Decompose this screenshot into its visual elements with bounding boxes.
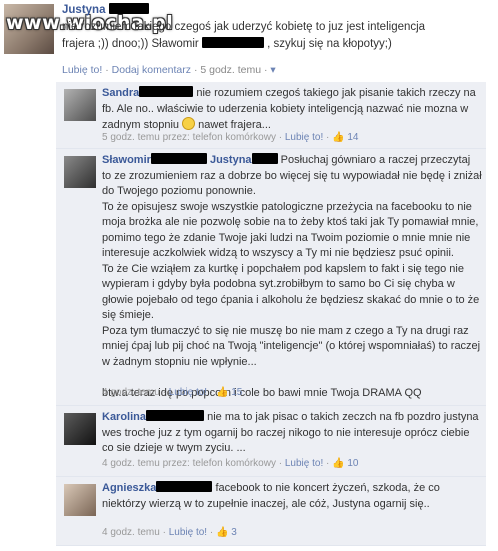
redacted-surname bbox=[146, 410, 205, 421]
commenter-name[interactable]: Sławomir bbox=[102, 154, 151, 166]
comment-text: Sławomir Justyna Posłuchaj gówniaro a ra… bbox=[102, 153, 482, 399]
post-like-link[interactable]: Lubię to! bbox=[62, 64, 102, 76]
add-comment-link[interactable]: Dodaj komentarz bbox=[112, 64, 191, 76]
post-time: 5 godz. temu bbox=[200, 64, 262, 76]
commenter-avatar[interactable] bbox=[64, 156, 96, 188]
redacted-surname bbox=[156, 481, 213, 492]
comment-item: Agnieszka facebook to nie koncert życzeń… bbox=[56, 477, 486, 546]
comment-meta: 4 godz. temu · Lubię to! · 👍 3 bbox=[102, 527, 237, 538]
post-text: Justyna nie rozumiem takiego czegoś jak … bbox=[62, 2, 492, 53]
commenter-name[interactable]: Agnieszka bbox=[102, 482, 156, 494]
comment-time: 4 godz. temu przez: telefon komórkowy bbox=[102, 458, 276, 469]
comment-like-link[interactable]: Lubię to! bbox=[169, 387, 207, 398]
comment-text: Agnieszka facebook to nie koncert życzeń… bbox=[102, 481, 440, 510]
commenter-avatar[interactable] bbox=[64, 89, 96, 121]
comment-text: Sandra nie rozumiem czegoś takiego jak p… bbox=[102, 86, 476, 131]
post-line-2b: , szykuj się na kłopotyy;) bbox=[267, 38, 392, 50]
comment-like-link[interactable]: Lubię to! bbox=[285, 458, 323, 469]
comment-item: Karolina nie ma to jak pisac o takich ze… bbox=[56, 406, 486, 477]
comment-time: 4 godz. temu bbox=[102, 387, 160, 398]
like-count[interactable]: 10 bbox=[347, 458, 358, 469]
thumbs-up-icon[interactable]: 👍 bbox=[332, 132, 344, 143]
comment-item: Sandra nie rozumiem czegoś takiego jak p… bbox=[56, 82, 486, 149]
redacted-surname bbox=[108, 3, 149, 14]
thumbs-up-icon[interactable]: 👍 bbox=[332, 458, 344, 469]
tagged-user[interactable]: Justyna bbox=[210, 154, 252, 166]
commenter-name[interactable]: Sandra bbox=[102, 87, 139, 99]
redacted-surname bbox=[150, 153, 207, 164]
comment-meta: 5 godz. temu przez: telefon komórkowy · … bbox=[102, 132, 359, 143]
redacted-surname bbox=[139, 86, 194, 97]
comment-like-link[interactable]: Lubię to! bbox=[169, 527, 207, 538]
post-line-1: nie rozumiem takiego czegoś jak uderzyć … bbox=[62, 21, 426, 33]
post-author-name[interactable]: Justyna bbox=[62, 4, 105, 16]
redacted-tag bbox=[201, 37, 264, 48]
comment-like-link[interactable]: Lubię to! bbox=[285, 132, 323, 143]
comment-time: 5 godz. temu przez: telefon komórkowy bbox=[102, 132, 276, 143]
main-post: www.wiocha.pl Justyna nie rozumiem takie… bbox=[0, 0, 498, 80]
like-count[interactable]: 14 bbox=[347, 132, 358, 143]
like-count[interactable]: 3 bbox=[231, 527, 237, 538]
post-line-2a: frajera ;)) dnoo;)) Sławomir bbox=[62, 38, 199, 50]
comment-time: 4 godz. temu bbox=[102, 527, 160, 538]
smiley-icon bbox=[182, 117, 196, 130]
comment-text: Karolina nie ma to jak pisac o takich ze… bbox=[102, 410, 479, 454]
commenter-avatar[interactable] bbox=[64, 413, 96, 445]
comment-meta: 4 godz. temu · Lubię to! · 👍 15 bbox=[102, 387, 243, 398]
comment-meta: 4 godz. temu przez: telefon komórkowy · … bbox=[102, 458, 359, 469]
commenter-avatar[interactable] bbox=[64, 484, 96, 516]
like-count[interactable]: 15 bbox=[231, 387, 242, 398]
thumbs-up-icon[interactable]: 👍 bbox=[216, 387, 228, 398]
globe-icon[interactable]: ▾ bbox=[270, 64, 275, 76]
redacted-surname bbox=[251, 153, 278, 164]
post-meta: Lubię to! · Dodaj komentarz · 5 godz. te… bbox=[62, 64, 276, 76]
comment-item: Sławomir Justyna Posłuchaj gówniaro a ra… bbox=[56, 149, 486, 406]
thumbs-up-icon[interactable]: 👍 bbox=[216, 527, 228, 538]
commenter-name[interactable]: Karolina bbox=[102, 411, 146, 423]
